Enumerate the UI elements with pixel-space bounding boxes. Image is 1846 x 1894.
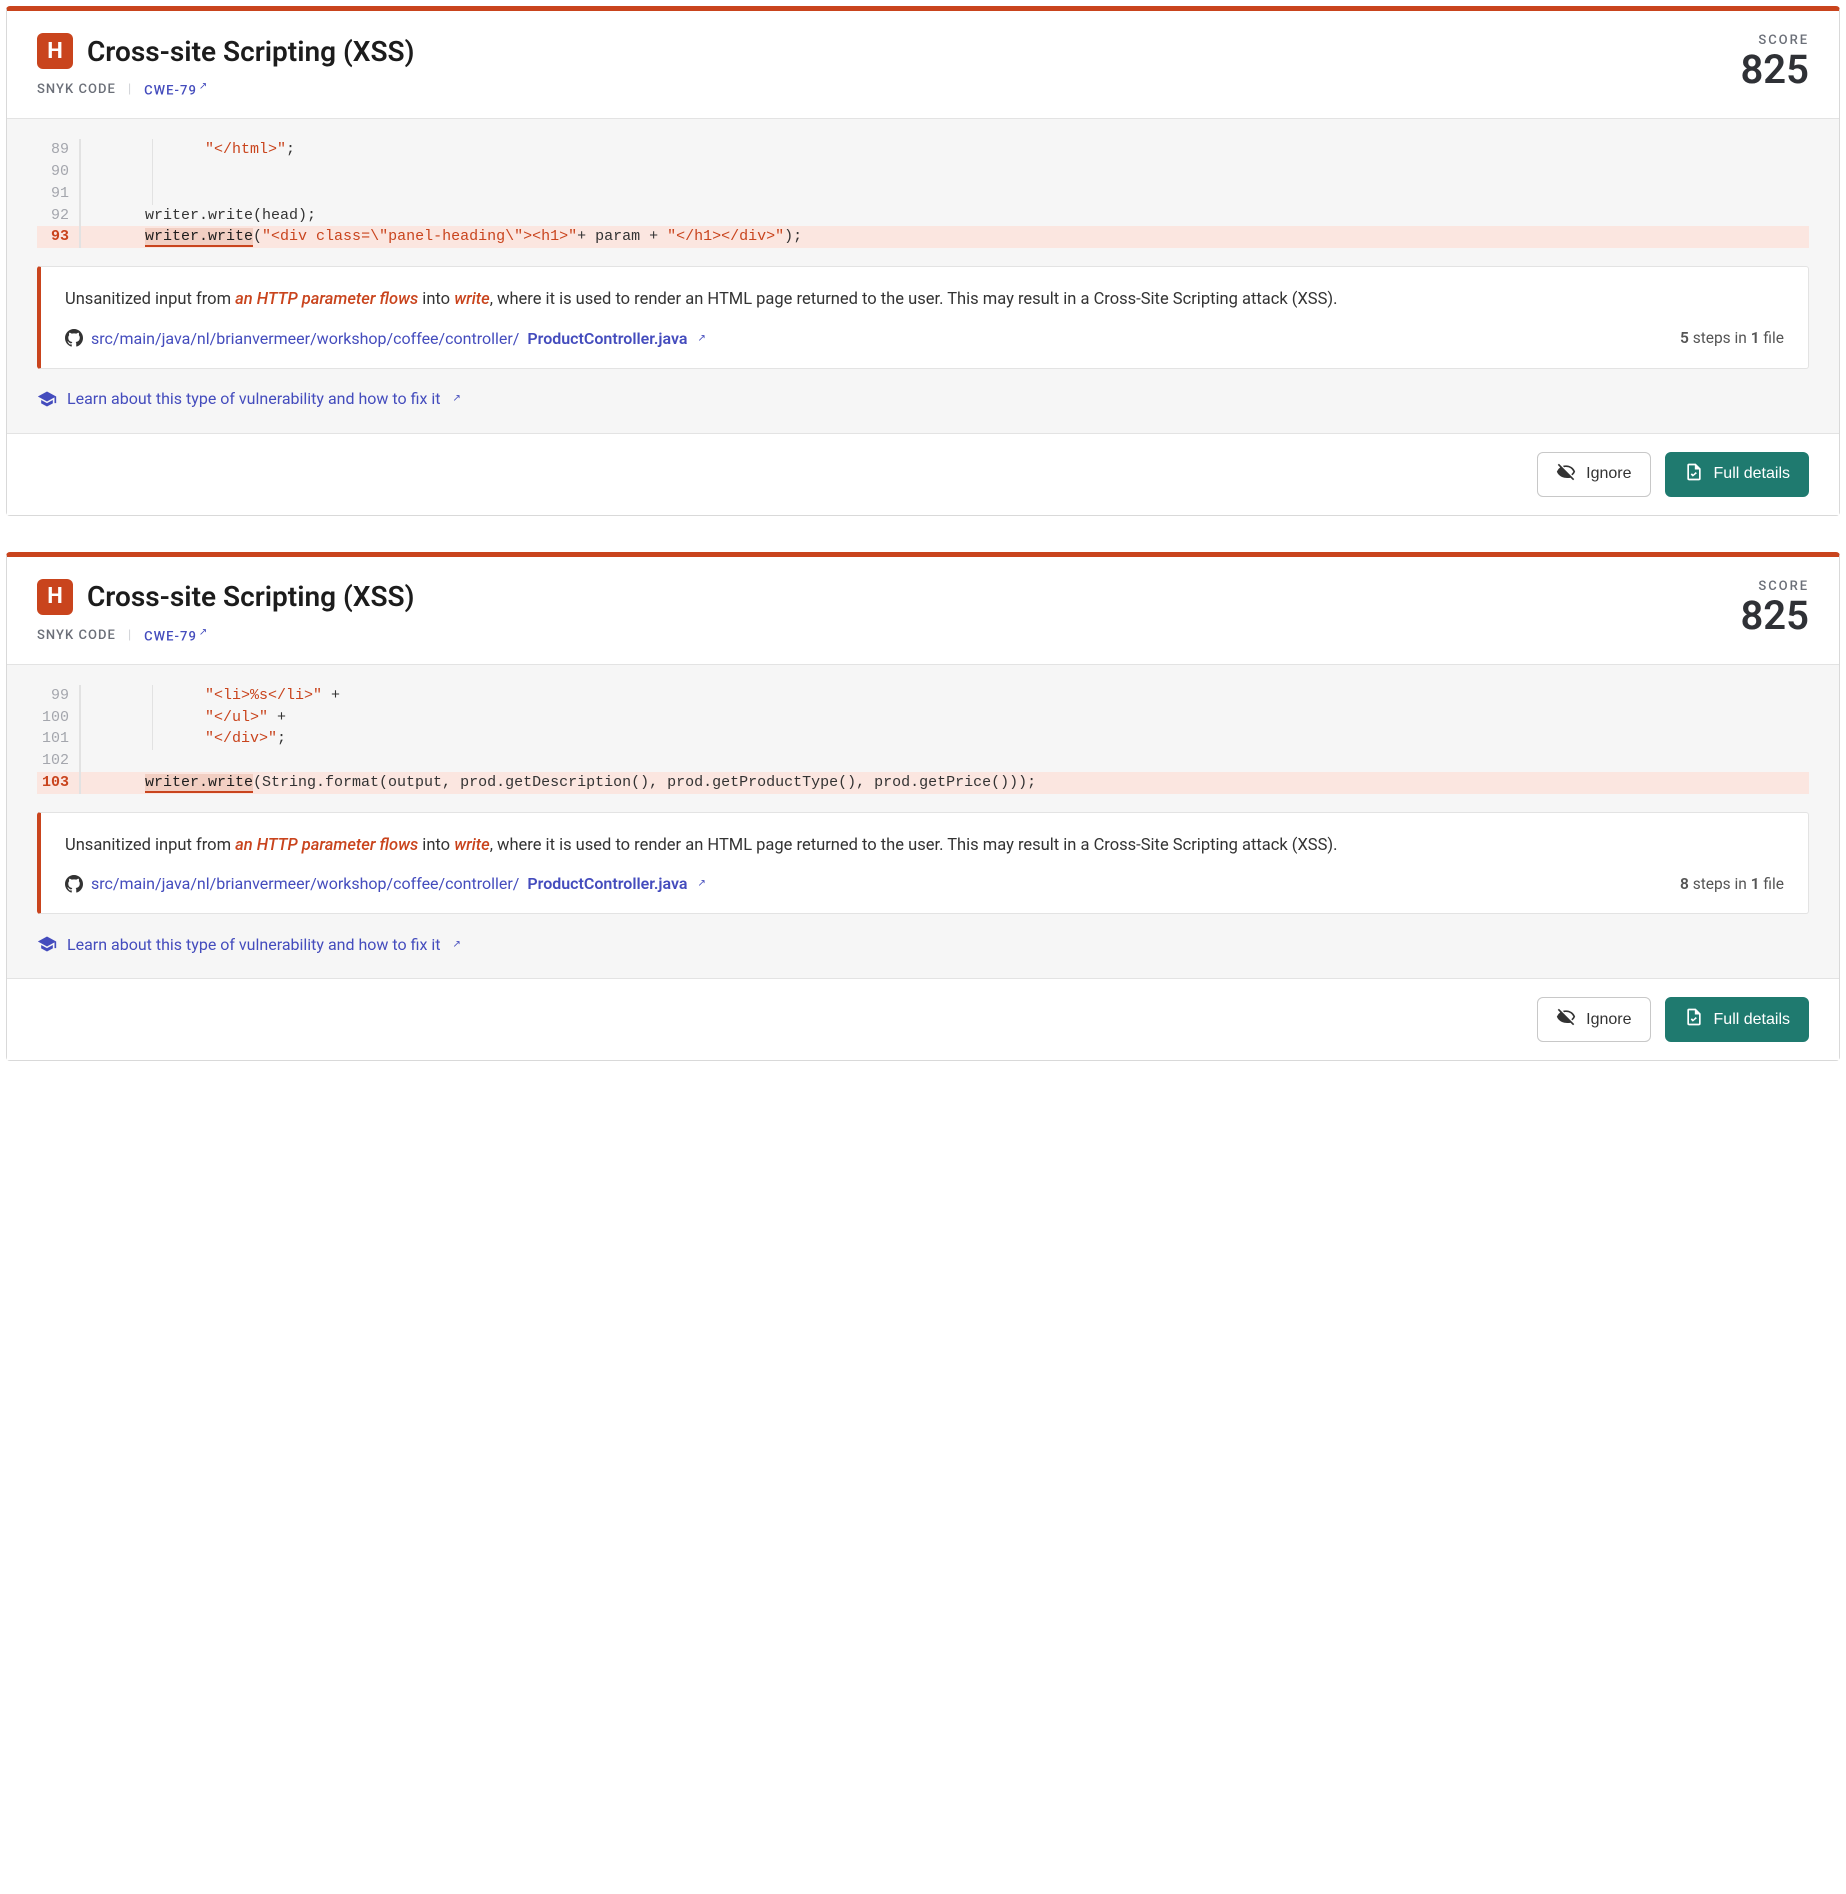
external-link-icon: ↗ [452, 939, 460, 950]
line-number: 103 [37, 772, 79, 794]
cwe-link[interactable]: CWE-79↗ [144, 627, 208, 644]
card-header: H Cross-site Scripting (XSS) SNYK CODE | CWE… [7, 557, 1839, 664]
line-number: 92 [37, 205, 79, 227]
code-line: 91 [37, 183, 1809, 205]
explanation-text: Unsanitized input from an HTTP parameter… [65, 287, 1784, 313]
external-link-icon: ↗ [452, 393, 460, 404]
severity-badge: H [37, 33, 73, 69]
code-block: 99"<li>%s</li>" + 100"</ul>" + 101"</div… [37, 685, 1809, 794]
source-label: SNYK CODE [37, 82, 116, 97]
learn-link[interactable]: Learn about this type of vulnerability a… [37, 934, 461, 954]
vulnerability-title: Cross-site Scripting (XSS) [87, 580, 414, 613]
score-value: 825 [1740, 48, 1809, 92]
github-icon [65, 875, 83, 893]
line-number: 101 [37, 728, 79, 750]
source-label: SNYK CODE [37, 628, 116, 643]
file-path-link[interactable]: src/main/java/nl/brianvermeer/workshop/c… [65, 874, 706, 893]
explanation-box: Unsanitized input from an HTTP parameter… [37, 812, 1809, 915]
card-header: H Cross-site Scripting (XSS) SNYK CODE | CWE… [7, 11, 1839, 118]
vulnerability-card: H Cross-site Scripting (XSS) SNYK CODE | CWE… [6, 6, 1840, 516]
explanation-box: Unsanitized input from an HTTP parameter… [37, 266, 1809, 369]
external-link-icon: ↗ [697, 878, 705, 889]
line-number: 90 [37, 161, 79, 183]
line-number: 102 [37, 750, 79, 772]
learn-link[interactable]: Learn about this type of vulnerability a… [37, 389, 461, 409]
line-number: 89 [37, 139, 79, 161]
code-line: 93writer.write("<div class=\"panel-headi… [37, 226, 1809, 248]
code-line: 102 [37, 750, 1809, 772]
explanation-text: Unsanitized input from an HTTP parameter… [65, 833, 1784, 859]
card-actions: Ignore Full details [7, 434, 1839, 515]
line-number: 99 [37, 685, 79, 707]
code-line: 89"</html>"; [37, 139, 1809, 161]
graduation-cap-icon [37, 934, 57, 954]
external-link-icon: ↗ [199, 627, 208, 638]
code-line: 101"</div>"; [37, 728, 1809, 750]
code-line: 100"</ul>" + [37, 707, 1809, 729]
file-path-link[interactable]: src/main/java/nl/brianvermeer/workshop/c… [65, 329, 706, 348]
code-section: 89"</html>";909192writer.write(head);93w… [7, 118, 1839, 433]
code-line: 90 [37, 161, 1809, 183]
external-link-icon: ↗ [697, 333, 705, 344]
code-line: 99"<li>%s</li>" + [37, 685, 1809, 707]
line-number: 100 [37, 707, 79, 729]
code-block: 89"</html>";909192writer.write(head);93w… [37, 139, 1809, 248]
meta-divider: | [128, 628, 132, 643]
vulnerability-title: Cross-site Scripting (XSS) [87, 35, 414, 68]
meta-divider: | [128, 82, 132, 97]
full-details-button[interactable]: Full details [1665, 997, 1809, 1042]
card-actions: Ignore Full details [7, 979, 1839, 1060]
steps-count: 5 steps in 1 file [1680, 329, 1784, 347]
eye-off-icon [1556, 462, 1576, 487]
github-icon [65, 329, 83, 347]
document-search-icon [1684, 1007, 1704, 1032]
full-details-button[interactable]: Full details [1665, 452, 1809, 497]
steps-count: 8 steps in 1 file [1680, 875, 1784, 893]
eye-off-icon [1556, 1007, 1576, 1032]
ignore-button[interactable]: Ignore [1537, 452, 1650, 497]
code-section: 99"<li>%s</li>" + 100"</ul>" + 101"</div… [7, 664, 1839, 979]
graduation-cap-icon [37, 389, 57, 409]
line-number: 93 [37, 226, 79, 248]
code-line: 92writer.write(head); [37, 205, 1809, 227]
line-number: 91 [37, 183, 79, 205]
external-link-icon: ↗ [199, 81, 208, 92]
vulnerability-card: H Cross-site Scripting (XSS) SNYK CODE | CWE… [6, 552, 1840, 1062]
document-search-icon [1684, 462, 1704, 487]
ignore-button[interactable]: Ignore [1537, 997, 1650, 1042]
severity-badge: H [37, 579, 73, 615]
cwe-link[interactable]: CWE-79↗ [144, 81, 208, 98]
score-value: 825 [1740, 594, 1809, 638]
code-line: 103writer.write(String.format(output, pr… [37, 772, 1809, 794]
